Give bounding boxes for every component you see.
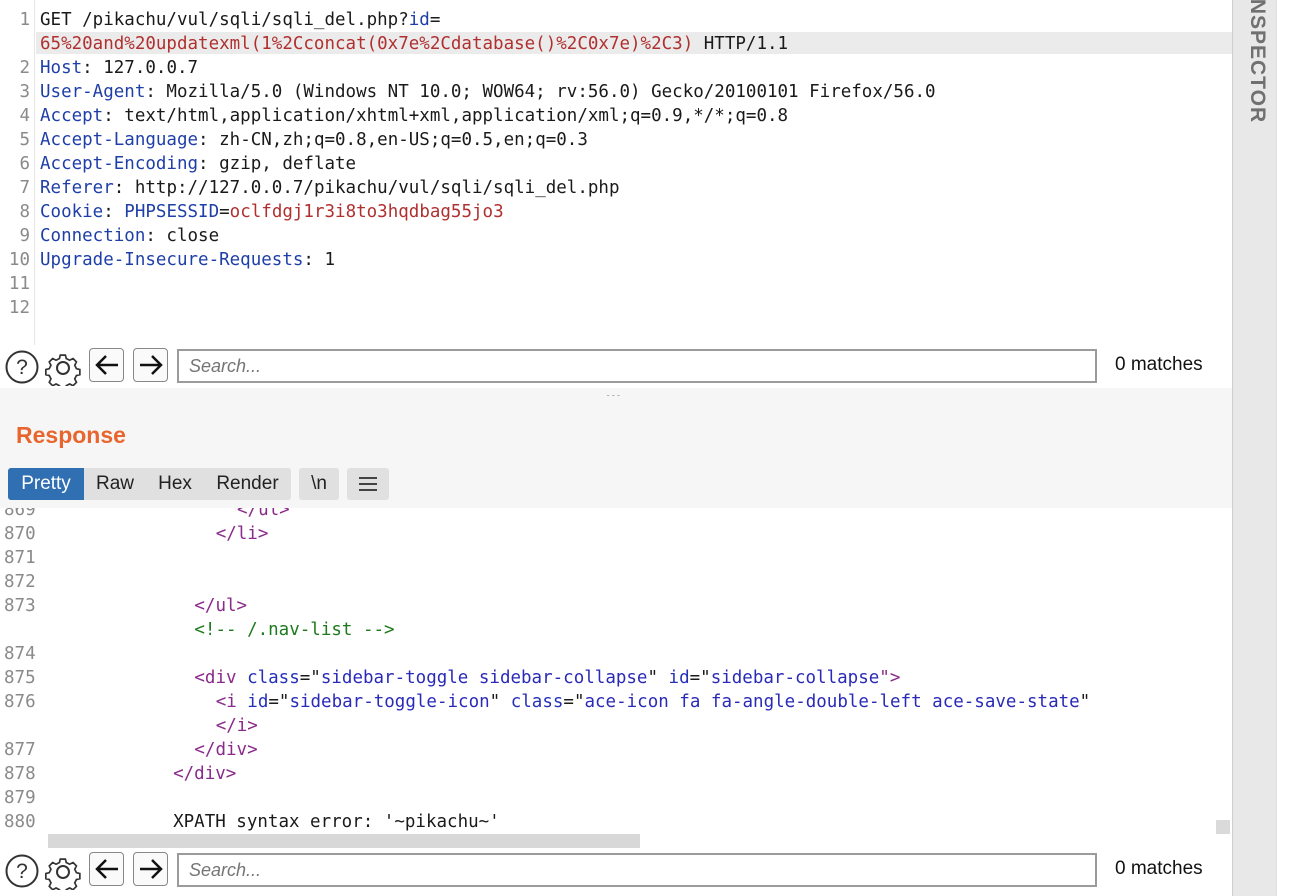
line-text: </li> [215, 524, 269, 544]
gear-icon[interactable] [45, 350, 81, 390]
response-code-view[interactable]: 869 </ul> 870 </li> 871 872 873 </ul> <!-- /.nav… [0, 508, 1232, 848]
vertical-scrollbar[interactable] [1216, 820, 1230, 834]
line-text: Host: 127.0.0.7 [40, 58, 199, 78]
line-number: 871 [4, 548, 36, 568]
line-number: 877 [4, 740, 36, 760]
line-number: 5 [19, 130, 30, 150]
line-number-gutter [34, 0, 35, 345]
arrow-right-icon [140, 355, 163, 375]
line-text: </i> [215, 716, 258, 736]
line-number: 874 [4, 644, 36, 664]
line-number: 879 [4, 788, 36, 808]
line-number: 869 [4, 508, 36, 520]
line-number: 12 [8, 298, 30, 318]
line-text: <div class="sidebar-toggle sidebar-colla… [194, 668, 901, 688]
line-text: Accept-Encoding: gzip, deflate [40, 154, 357, 174]
response-panel: Response Pretty Raw Hex Render \n [0, 396, 1232, 508]
line-number: 876 [4, 692, 36, 712]
right-edge-gutter [1276, 0, 1300, 896]
tab-hex[interactable]: Hex [146, 468, 204, 500]
line-number: 3 [19, 82, 30, 102]
line-number: 878 [4, 764, 36, 784]
request-search-toolbar: ? 0 matches [0, 346, 1232, 390]
show-newlines-button[interactable]: \n [299, 468, 339, 500]
line-text: </div> [173, 764, 237, 784]
inspector-label: INSPECTOR [1246, 0, 1269, 124]
line-number: 872 [4, 572, 36, 592]
line-text: Referer: http://127.0.0.7/pikachu/vul/sq… [40, 178, 620, 198]
response-view-tabs: Pretty Raw Hex Render [8, 468, 291, 500]
line-text: </ul> [194, 596, 248, 616]
line-number: 2 [19, 58, 30, 78]
line-text: 65%20and%20updatexml(1%2Cconcat(0x7e%2Cd… [40, 34, 789, 54]
tab-pretty[interactable]: Pretty [8, 468, 84, 500]
help-icon[interactable]: ? [5, 350, 39, 384]
line-number: 7 [19, 178, 30, 198]
tab-raw[interactable]: Raw [84, 468, 146, 500]
response-title: Response [16, 422, 126, 448]
line-text: Cookie: PHPSESSID=oclfdgj1r3i8to3hqdbag5… [40, 202, 504, 222]
back-button[interactable] [89, 348, 124, 382]
arrow-left-icon [95, 355, 118, 375]
line-number: 873 [4, 596, 36, 616]
back-button[interactable] [89, 852, 124, 886]
line-number: 8 [19, 202, 30, 222]
hamburger-icon [359, 477, 377, 491]
line-number: 9 [19, 226, 30, 246]
line-number: 875 [4, 668, 36, 688]
arrow-left-icon [95, 859, 118, 879]
inspector-panel[interactable]: INSPECTOR [1232, 0, 1277, 896]
svg-text:?: ? [16, 860, 28, 883]
line-text: <i id="sidebar-toggle-icon" class="ace-i… [215, 692, 1091, 712]
line-number: 10 [8, 250, 30, 270]
svg-text:?: ? [16, 356, 28, 379]
line-number: 4 [19, 106, 30, 126]
response-search-toolbar: ? 0 matches [0, 850, 1232, 894]
line-number: 870 [4, 524, 36, 544]
help-icon[interactable]: ? [5, 854, 39, 888]
line-text: Accept-Language: zh-CN,zh;q=0.8,en-US;q=… [40, 130, 588, 150]
response-search-input[interactable] [177, 853, 1097, 887]
line-text: Connection: close [40, 226, 220, 246]
tab-render[interactable]: Render [204, 468, 291, 500]
line-text: Upgrade-Insecure-Requests: 1 [40, 250, 336, 270]
line-text: XPATH syntax error: '~pikachu~' [173, 812, 500, 832]
forward-button[interactable] [133, 852, 168, 886]
arrow-right-icon [140, 859, 163, 879]
response-match-count: 0 matches [1115, 858, 1203, 879]
menu-button[interactable] [347, 468, 389, 500]
request-search-input[interactable] [177, 349, 1097, 383]
line-text: GET /pikachu/vul/sqli/sqli_del.php?id= [40, 10, 441, 30]
line-number: 1 [19, 10, 30, 30]
line-text: </div> [194, 740, 258, 760]
line-text: </ul> [237, 508, 290, 520]
line-text: <!-- /.nav-list --> [194, 620, 395, 640]
forward-button[interactable] [133, 348, 168, 382]
line-text: User-Agent: Mozilla/5.0 (Windows NT 10.0… [40, 82, 936, 102]
request-editor[interactable]: 1 GET /pikachu/vul/sqli/sqli_del.php?id= 6… [0, 0, 1232, 345]
line-number: 880 [4, 812, 36, 832]
horizontal-scrollbar[interactable] [48, 834, 640, 848]
line-text: Accept: text/html,application/xhtml+xml,… [40, 106, 789, 126]
request-match-count: 0 matches [1115, 354, 1203, 375]
gear-icon[interactable] [45, 854, 81, 894]
line-number: 6 [19, 154, 30, 174]
line-number: 11 [8, 274, 30, 294]
